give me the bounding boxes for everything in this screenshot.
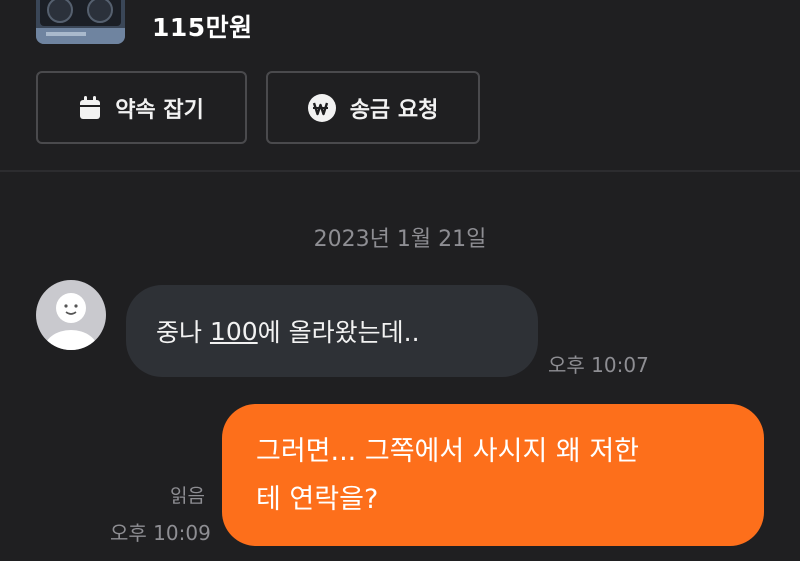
sender-avatar[interactable] [36, 280, 106, 350]
section-divider [0, 170, 800, 172]
read-receipt: 읽음 [170, 485, 205, 507]
message-link[interactable]: 100 [210, 317, 258, 346]
message-text-line: 테 연락을? [256, 484, 379, 515]
default-profile-icon [44, 293, 98, 350]
message-text: 중나 [156, 318, 210, 347]
make-appointment-button[interactable]: 약속 잡기 [36, 71, 247, 144]
product-price: 115만원 [152, 13, 253, 42]
incoming-message-time: 오후 10:07 [548, 353, 649, 377]
request-remittance-label: 송금 요청 [349, 97, 439, 123]
chat-screen: 115만원 약속 잡기 송금 요청 2023년 1월 21일 중나 100 에 … [0, 0, 800, 561]
message-text: 에 올라왔는데.. [257, 318, 420, 347]
graphics-card-image [36, 0, 125, 44]
product-thumbnail[interactable] [36, 0, 125, 44]
date-separator: 2023년 1월 21일 [313, 227, 487, 252]
incoming-message-bubble[interactable]: 중나 100 에 올라왔는데.. [126, 285, 538, 377]
outgoing-message-bubble[interactable]: 그러면... 그쪽에서 사시지 왜 저한 테 연락을? [222, 404, 764, 546]
calendar-icon [79, 95, 101, 120]
request-remittance-button[interactable]: 송금 요청 [266, 71, 480, 144]
outgoing-message-time: 오후 10:09 [110, 521, 211, 545]
won-coin-icon [307, 93, 336, 122]
message-text-line: 그러면... 그쪽에서 사시지 왜 저한 [256, 436, 639, 467]
make-appointment-label: 약속 잡기 [115, 97, 204, 123]
